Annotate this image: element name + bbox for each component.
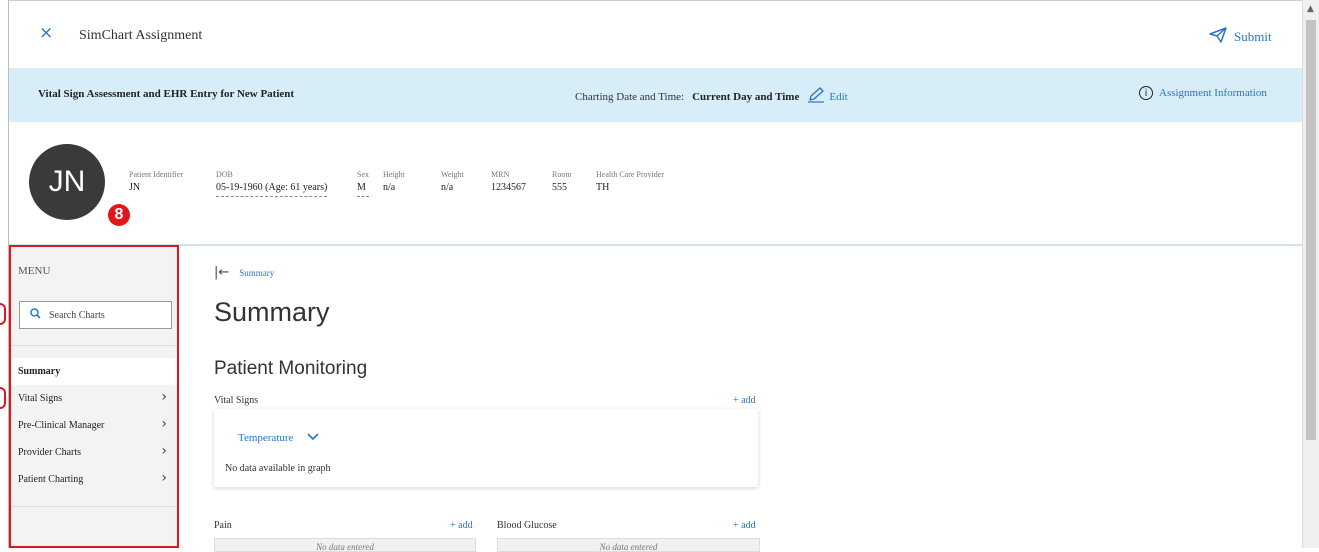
field-label: Room [552,170,572,179]
field-label: Sex [357,170,369,179]
breadcrumb: |← Summary [214,265,274,280]
field-value: n/a [383,182,396,193]
scrollbar-thumb[interactable] [1306,20,1316,440]
avatar: JN [29,144,105,220]
divider [11,506,177,507]
sex-field: Sex M [357,170,369,197]
dob-field: DOB 05-19-1960 (Age: 61 years) [216,170,328,197]
field-value: JN [129,182,141,193]
divider [11,345,177,346]
field-value: 05-19-1960 (Age: 61 years) [216,182,328,197]
annotation-marker-edge [0,387,6,409]
mrn-field: MRN 1234567 [491,170,526,196]
field-label: DOB [216,170,233,179]
vital-signs-label: Vital Signs [214,395,259,406]
field-label: Patient Identifier [129,170,183,179]
blood-glucose-no-data-box: No data entered [497,538,760,552]
app-title: SimChart Assignment [79,28,203,43]
field-label: Health Care Provider [596,170,664,179]
submit-button[interactable]: Submit [1209,27,1272,47]
chevron-right-icon: › [161,470,167,486]
room-field: Room 555 [552,170,572,196]
sidebar-item-patient-charting[interactable]: Patient Charting › [11,466,177,493]
submit-label: Submit [1234,29,1272,44]
add-blood-glucose-button[interactable]: + add [733,520,756,531]
field-value: TH [596,182,610,193]
collapse-menu-icon[interactable]: |← [214,265,229,280]
height-field: Height n/a [383,170,405,196]
field-value: n/a [441,182,454,193]
temperature-dropdown[interactable]: Temperature [238,432,319,444]
pain-label: Pain [214,520,232,531]
sidebar-menu: MENU Search Charts Summary Vital Signs ›… [9,245,179,548]
patient-header: JN 8 Patient Identifier JN DOB 05-19-196… [9,122,1302,246]
sidebar-item-summary[interactable]: Summary [11,358,177,385]
sidebar-item-vital-signs[interactable]: Vital Signs › [11,385,177,412]
sidebar-item-label: Vital Signs [18,393,63,404]
top-bar: × SimChart Assignment Submit [9,0,1302,69]
weight-field: Weight n/a [441,170,464,196]
patient-identifier-field: Patient Identifier JN [129,170,183,196]
pencil-icon [807,87,825,106]
no-data-text: No data entered [599,542,658,552]
vital-signs-card: Temperature No data available in graph [214,409,758,487]
annotation-marker-edge [0,303,6,325]
section-title: Patient Monitoring [214,358,368,379]
field-label: Weight [441,170,464,179]
assignment-info-bar: Vital Sign Assessment and EHR Entry for … [9,68,1302,122]
search-placeholder: Search Charts [49,309,105,321]
sidebar-item-label: Provider Charts [18,447,82,458]
add-pain-button[interactable]: + add [450,520,473,531]
charting-date-time: Charting Date and Time: Current Day and … [575,87,848,106]
sidebar-item-label: Pre-Clinical Manager [18,420,105,431]
sidebar-item-label: Patient Charting [18,474,84,485]
page-title: Summary [214,297,330,327]
add-vital-signs-button[interactable]: + add [733,395,756,406]
window-left-border [0,0,9,548]
close-icon[interactable]: × [39,23,53,43]
vertical-scrollbar[interactable]: ▲ [1302,0,1319,548]
assignment-title: Vital Sign Assessment and EHR Entry for … [38,88,295,100]
search-input[interactable]: Search Charts [19,301,172,329]
pain-no-data-box: No data entered [214,538,476,552]
menu-title: MENU [18,265,51,277]
field-label: MRN [491,170,510,179]
sidebar-item-label: Summary [18,366,61,377]
sidebar-item-pre-clinical-manager[interactable]: Pre-Clinical Manager › [11,412,177,439]
annotation-badge: 8 [108,204,130,226]
chevron-right-icon: › [161,416,167,432]
search-icon [30,308,41,322]
info-icon: i [1139,86,1153,100]
chevron-down-icon [307,432,319,444]
temperature-label: Temperature [238,432,294,444]
breadcrumb-summary[interactable]: Summary [239,268,274,278]
no-data-text: No data entered [316,542,374,552]
edit-button[interactable]: Edit [807,87,848,106]
charting-label: Charting Date and Time: [575,90,685,103]
scroll-up-icon[interactable]: ▲ [1307,4,1314,14]
field-label: Height [383,170,405,179]
health-care-provider-field: Health Care Provider TH [596,170,664,196]
field-value: 1234567 [491,182,526,193]
edit-label: Edit [829,90,848,103]
field-value: M [357,182,369,197]
sidebar-item-provider-charts[interactable]: Provider Charts › [11,439,177,466]
chevron-right-icon: › [161,443,167,459]
no-data-graph-text: No data available in graph [225,463,331,474]
field-value: 555 [552,182,567,193]
send-icon [1209,27,1227,47]
blood-glucose-label: Blood Glucose [497,520,557,531]
chevron-right-icon: › [161,389,167,405]
assignment-information-link[interactable]: i Assignment Information [1139,86,1267,100]
charting-value: Current Day and Time [692,90,800,103]
assignment-information-label: Assignment Information [1159,87,1267,99]
